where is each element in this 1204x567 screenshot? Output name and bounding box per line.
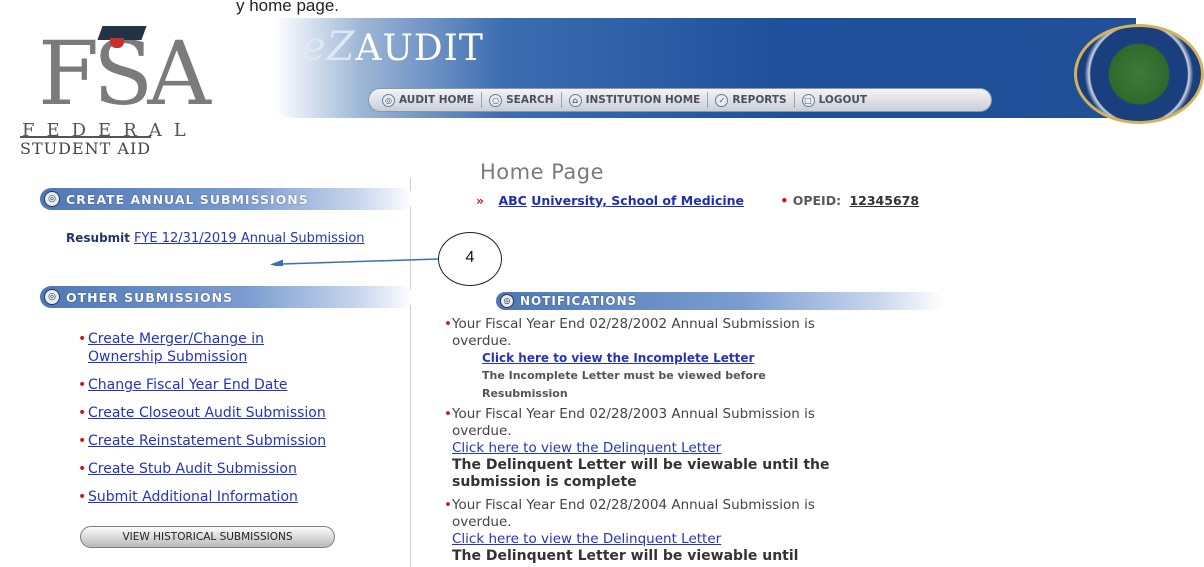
create-closeout-link[interactable]: Create Closeout Audit Submission <box>78 404 410 422</box>
notification-note: The Delinquent Letter will be viewable u… <box>452 548 799 564</box>
delinquent-letter-link[interactable]: Click here to view the Delinquent Letter <box>452 531 721 547</box>
tassel-icon <box>110 38 124 48</box>
submit-additional-info-link[interactable]: Submit Additional Information <box>78 488 410 506</box>
nav-logout-label: LOGOUT <box>818 94 868 106</box>
nav-reports[interactable]: ✓ REPORTS <box>708 92 795 108</box>
resubmit-fye-link[interactable]: FYE 12/31/2019 Annual Submission <box>134 231 365 246</box>
institution-abbrev-link[interactable]: ABC <box>498 193 526 208</box>
app-title-prefix: eZ <box>302 24 356 70</box>
department-of-education-seal-icon <box>1074 24 1204 124</box>
notification-note: The Delinquent Letter will be viewable u… <box>452 457 830 490</box>
create-annual-submissions-header: ◎ CREATE ANNUAL SUBMISSIONS <box>40 188 414 210</box>
notifications-header: ◎ NOTIFICATIONS <box>496 292 944 310</box>
fsa-logo-student-aid: STUDENT AID <box>20 136 152 158</box>
notification-text: Your Fiscal Year End 02/28/2002 Annual S… <box>452 316 815 349</box>
institution-name-link[interactable]: University, School of Medicine <box>531 193 744 208</box>
section-swirl-icon: ◎ <box>44 289 60 305</box>
caption-text: y home page. <box>236 0 340 15</box>
notifications-title: NOTIFICATIONS <box>520 294 638 308</box>
view-historical-submissions-button[interactable]: VIEW HISTORICAL SUBMISSIONS <box>80 526 335 548</box>
main-nav: ◎ AUDIT HOME ○ SEARCH ⌂ INSTITUTION HOME… <box>368 88 992 112</box>
bullet-icon: • <box>780 193 789 208</box>
opeid-value: 12345678 <box>849 193 920 208</box>
home-swirl-icon: ◎ <box>382 93 395 107</box>
bullet-icon: • <box>444 316 452 332</box>
nav-institution-home[interactable]: ⌂ INSTITUTION HOME <box>562 92 709 108</box>
nav-institution-home-label: INSTITUTION HOME <box>585 94 701 106</box>
institution-line: » ABC University, School of Medicine • O… <box>476 193 919 208</box>
nav-search-label: SEARCH <box>506 94 554 106</box>
notification-item: • Your Fiscal Year End 02/28/2002 Annual… <box>444 316 832 403</box>
nav-reports-label: REPORTS <box>732 94 787 106</box>
other-submissions-title: OTHER SUBMISSIONS <box>66 289 234 305</box>
app-title-rest: AUDIT <box>355 28 484 69</box>
resubmit-label: Resubmit <box>66 231 131 245</box>
incomplete-letter-link[interactable]: Click here to view the Incomplete Letter <box>482 351 754 365</box>
notification-text: Your Fiscal Year End 02/28/2003 Annual S… <box>452 406 815 439</box>
fsa-logo[interactable]: FSA FEDERAL STUDENT AID <box>18 24 218 158</box>
create-merger-link[interactable]: Create Merger/Change in Ownership Submis… <box>78 330 318 366</box>
notification-item: • Your Fiscal Year End 02/28/2004 Annual… <box>444 497 872 565</box>
nav-logout[interactable]: □ LOGOUT <box>795 92 874 108</box>
notification-text: Your Fiscal Year End 02/28/2004 Annual S… <box>452 497 815 530</box>
create-stub-audit-link[interactable]: Create Stub Audit Submission <box>78 460 410 478</box>
chevron-icon: » <box>476 193 485 208</box>
app-title: eZAUDIT <box>302 24 484 70</box>
nav-audit-home[interactable]: ◎ AUDIT HOME <box>375 92 483 108</box>
reports-icon: ✓ <box>715 93 729 107</box>
bullet-icon: • <box>444 497 452 513</box>
bullet-icon: • <box>444 406 452 422</box>
annotation-callout: 4 <box>438 232 502 286</box>
search-icon: ○ <box>489 93 503 107</box>
delinquent-letter-link[interactable]: Click here to view the Delinquent Letter <box>452 440 721 456</box>
opeid-block: • OPEID: 12345678 <box>780 193 919 208</box>
resubmit-block: Resubmit FYE 12/31/2019 Annual Submissio… <box>66 228 386 249</box>
site-header: FSA FEDERAL STUDENT AID eZAUDIT ◎ AUDIT … <box>10 18 1204 158</box>
section-swirl-icon: ◎ <box>44 191 60 207</box>
nav-audit-home-label: AUDIT HOME <box>399 94 475 106</box>
other-submissions-header: ◎ OTHER SUBMISSIONS <box>40 286 414 308</box>
notification-item: • Your Fiscal Year End 02/28/2003 Annual… <box>444 406 872 491</box>
opeid-label: OPEID: <box>792 193 842 208</box>
ezaudit-banner: eZAUDIT ◎ AUDIT HOME ○ SEARCH ⌂ INSTITUT… <box>256 18 1136 118</box>
page-title: Home Page <box>480 160 605 184</box>
annotation-arrow-icon <box>270 258 438 266</box>
change-fiscal-year-link[interactable]: Change Fiscal Year End Date <box>78 376 410 394</box>
nav-search[interactable]: ○ SEARCH <box>482 92 562 108</box>
other-submissions-list: Create Merger/Change in Ownership Submis… <box>78 330 410 516</box>
notification-note: The Incomplete Letter must be viewed bef… <box>482 369 766 400</box>
section-swirl-icon: ◎ <box>500 294 514 308</box>
create-reinstatement-link[interactable]: Create Reinstatement Submission <box>78 432 410 450</box>
create-annual-submissions-title: CREATE ANNUAL SUBMISSIONS <box>66 191 309 207</box>
logout-icon: □ <box>801 93 815 107</box>
house-icon: ⌂ <box>568 93 582 107</box>
